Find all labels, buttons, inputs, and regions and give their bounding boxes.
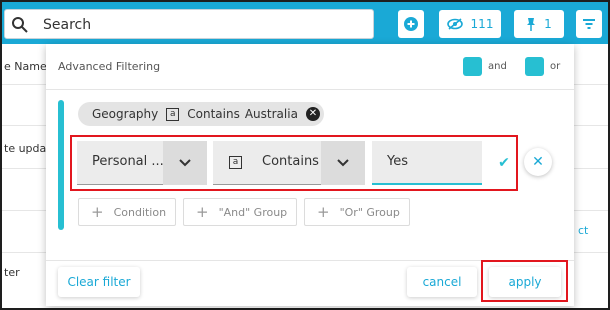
- column-header: e Name: [4, 60, 47, 73]
- row-divider: [574, 210, 608, 211]
- table-link[interactable]: ct: [578, 224, 588, 237]
- row-divider: [2, 168, 46, 169]
- confirm-check-icon[interactable]: ✔: [493, 152, 515, 174]
- chip-value: Australia: [244, 107, 298, 121]
- plus-icon: +: [317, 203, 330, 221]
- field-select-toggle[interactable]: [163, 141, 207, 185]
- condition-chip[interactable]: Geography a Contains Australia ✕: [78, 102, 324, 126]
- search-icon: [12, 17, 28, 33]
- panel-header: Advanced Filtering and or: [46, 44, 574, 90]
- operator-select-toggle[interactable]: [321, 141, 365, 185]
- field-select[interactable]: Personal ...: [77, 141, 207, 185]
- chip-field: Geography: [92, 107, 159, 121]
- plus-icon: +: [196, 203, 209, 221]
- row-divider: [574, 125, 608, 126]
- and-legend-label: and: [488, 61, 507, 72]
- apply-button[interactable]: apply: [489, 267, 561, 297]
- chip-operator: Contains: [187, 107, 240, 121]
- chevron-down-icon: [179, 159, 191, 167]
- pinned-count: 1: [544, 17, 552, 31]
- pin-icon: [527, 17, 536, 31]
- and-legend-swatch: [463, 57, 482, 76]
- pinned-button[interactable]: 1: [514, 10, 564, 38]
- or-legend-label: or: [550, 61, 561, 72]
- value-input-text: Yes: [387, 154, 408, 169]
- value-input[interactable]: Yes: [372, 141, 482, 185]
- operator-select[interactable]: a Contains: [213, 141, 365, 185]
- row-divider: [2, 210, 46, 211]
- remove-chip-icon[interactable]: ✕: [305, 107, 320, 121]
- row-divider: [2, 84, 46, 85]
- search-box[interactable]: Search: [4, 9, 374, 39]
- row-divider: [2, 252, 46, 253]
- plus-circle-icon: [404, 17, 418, 31]
- add-or-group-button[interactable]: + "Or" Group: [304, 198, 410, 226]
- or-legend-swatch: [525, 57, 544, 76]
- eye-slash-icon: [446, 18, 463, 30]
- clear-filter-button[interactable]: Clear filter: [58, 267, 140, 297]
- add-or-group-label: "Or" Group: [339, 205, 400, 219]
- row-divider: [574, 252, 608, 253]
- row-divider: [574, 168, 608, 169]
- text-type-icon: a: [166, 107, 180, 121]
- top-toolbar: Search 111 1: [2, 2, 608, 44]
- hidden-count: 111: [470, 17, 494, 31]
- operator-select-value: Contains: [262, 154, 319, 169]
- row-divider: [574, 84, 608, 85]
- hidden-columns-button[interactable]: 111: [439, 10, 501, 38]
- remove-condition-button[interactable]: ✕: [524, 148, 552, 176]
- cancel-button[interactable]: cancel: [407, 267, 477, 297]
- panel-title: Advanced Filtering: [58, 60, 161, 73]
- chevron-down-icon: [337, 159, 349, 167]
- add-and-group-button[interactable]: + "And" Group: [183, 198, 297, 226]
- table-cell: te updat: [4, 142, 51, 155]
- filter-icon: [583, 19, 595, 29]
- add-condition-label: Condition: [113, 205, 167, 219]
- search-input[interactable]: Search: [43, 17, 91, 33]
- add-condition-button[interactable]: + Condition: [78, 198, 176, 226]
- field-select-value: Personal ...: [92, 154, 164, 169]
- row-divider: [2, 125, 46, 126]
- filter-button[interactable]: [576, 10, 602, 38]
- text-type-icon: a: [229, 156, 242, 169]
- and-group-bar: [58, 100, 64, 230]
- add-and-group-label: "And" Group: [218, 205, 288, 219]
- add-button[interactable]: [398, 10, 424, 38]
- table-cell: ter: [4, 266, 20, 279]
- plus-icon: +: [91, 203, 104, 221]
